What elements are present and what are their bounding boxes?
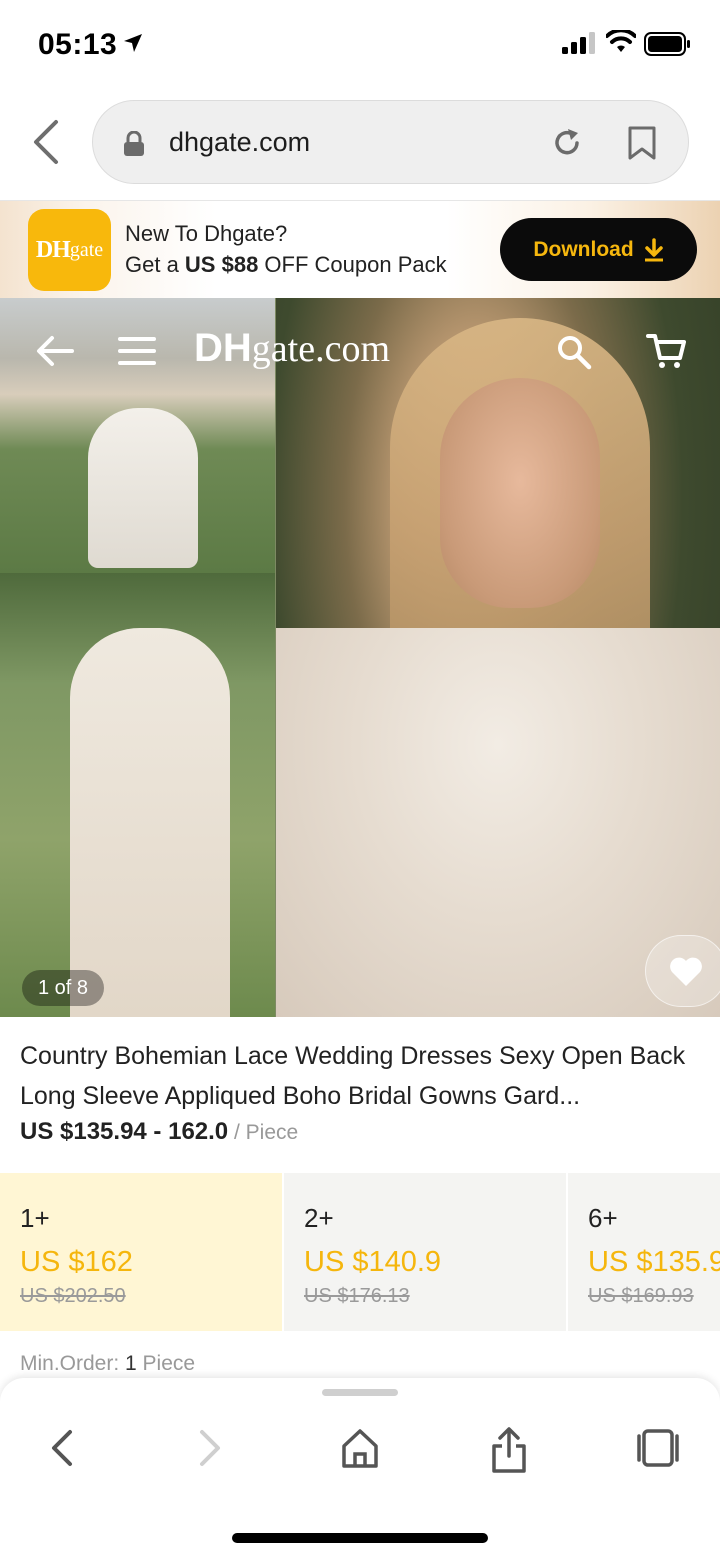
- address-bar[interactable]: dhgate.com: [92, 100, 689, 184]
- tier-quantity: 6+: [588, 1203, 618, 1233]
- location-arrow-icon: [124, 34, 142, 52]
- back-icon[interactable]: [48, 1426, 76, 1470]
- price-tier[interactable]: 2+ US $140.9 US $176.13: [284, 1173, 568, 1331]
- promo-headline: New To Dhgate?: [125, 221, 288, 246]
- menu-icon[interactable]: [118, 336, 156, 366]
- cellular-signal-icon: [562, 32, 595, 54]
- browser-toolbar: [0, 1378, 720, 1558]
- share-icon[interactable]: [490, 1426, 528, 1474]
- cart-icon[interactable]: [646, 332, 686, 370]
- product-title: Country Bohemian Lace Wedding Dresses Se…: [20, 1042, 686, 1110]
- bookmark-icon[interactable]: [627, 125, 657, 161]
- tier-price: US $140.9: [304, 1246, 442, 1278]
- search-icon[interactable]: [556, 334, 592, 370]
- photo-detail-face: [440, 378, 600, 608]
- wifi-icon: [606, 30, 636, 52]
- reload-icon[interactable]: [549, 125, 585, 161]
- quantity-price-tiers: 1+ US $162 US $202.50 2+ US $140.9 US $1…: [0, 1173, 720, 1331]
- app-promo-banner: DH gate New To Dhgate? Get a US $88 OFF C…: [0, 200, 720, 298]
- url-text: dhgate.com: [169, 127, 311, 157]
- photo-detail-gown: [70, 628, 230, 1017]
- forward-icon[interactable]: [196, 1426, 224, 1470]
- heart-icon: [670, 957, 702, 986]
- product-price-range: US $135.94 - 162.0 / Piece: [20, 1118, 299, 1145]
- back-arrow-icon[interactable]: [36, 334, 74, 368]
- tabs-icon[interactable]: [636, 1426, 680, 1470]
- download-arrow-icon: [644, 237, 663, 261]
- tier-original-price: US $176.13: [304, 1285, 410, 1307]
- tier-quantity: 1+: [20, 1203, 50, 1233]
- tier-original-price: US $169.93: [588, 1285, 694, 1307]
- site-header-overlay: DHgate.com: [0, 298, 720, 408]
- tier-price: US $162: [20, 1246, 133, 1278]
- lock-icon: [124, 131, 144, 156]
- product-image-gallery[interactable]: DHgate.com 1 of 8: [0, 298, 720, 1017]
- download-app-button[interactable]: Download: [500, 218, 697, 281]
- home-icon[interactable]: [340, 1426, 380, 1470]
- toolbar-grabber[interactable]: [322, 1389, 398, 1396]
- dhgate-app-logo: DH gate: [28, 209, 111, 291]
- minimum-order: Min.Order: 1 Piece: [20, 1352, 196, 1375]
- tier-original-price: US $202.50: [20, 1285, 126, 1307]
- dhgate-site-logo[interactable]: DHgate.com: [194, 326, 390, 371]
- browser-back-icon[interactable]: [28, 118, 64, 166]
- price-tier[interactable]: 1+ US $162 US $202.50: [0, 1173, 284, 1331]
- tier-price: US $135.94: [588, 1246, 720, 1278]
- price-tier[interactable]: 6+ US $135.94 US $169.93: [568, 1173, 720, 1331]
- favorite-button[interactable]: [645, 935, 720, 1007]
- status-time: 05:13: [38, 28, 118, 61]
- home-indicator: [232, 1533, 488, 1543]
- image-pager: 1 of 8: [22, 970, 105, 1006]
- photo-detail-dress: [88, 408, 198, 568]
- battery-icon: [644, 32, 690, 56]
- tier-quantity: 2+: [304, 1203, 334, 1233]
- promo-offer: Get a US $88 OFF Coupon Pack: [125, 252, 447, 277]
- status-bar: 05:13: [0, 0, 720, 90]
